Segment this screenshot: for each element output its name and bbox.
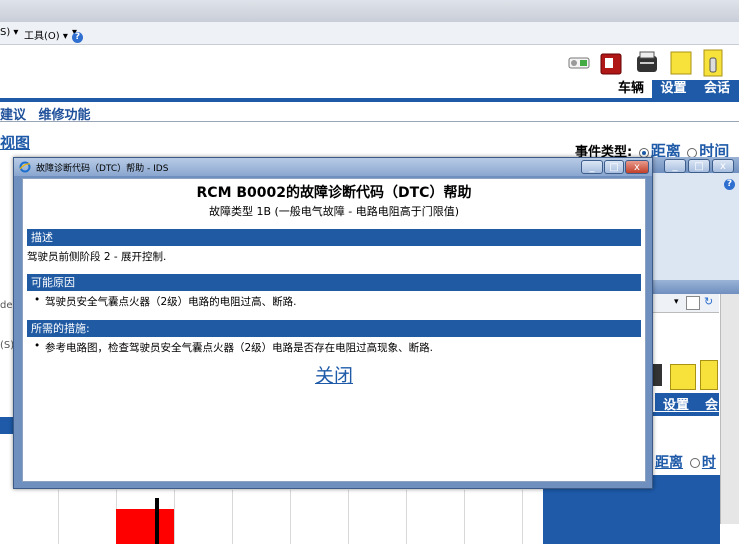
chart-cursor-line[interactable]: [155, 498, 159, 544]
background-window2-titlebar: [650, 280, 739, 294]
bg-tab-session[interactable]: 会: [705, 394, 718, 413]
dtc-title: RCM B0002的故障诊断代码（DTC）帮助: [196, 185, 472, 201]
bg-left-tab: [0, 417, 13, 434]
dtc-subtitle: 故障类型 1B (一般电气故障 - 电路电阻高于门限值): [208, 205, 460, 218]
bg-minimize-button[interactable]: _: [664, 159, 686, 173]
background-scrollbar[interactable]: [720, 294, 739, 524]
sub-tabs-divider: [0, 121, 739, 122]
background-chart: [0, 490, 543, 544]
bg-help-icon[interactable]: ?: [724, 179, 735, 190]
chart-red-bar: [116, 509, 174, 544]
menu-item-tools[interactable]: 工具(O) ▾: [24, 27, 68, 42]
internet-explorer-icon: [19, 161, 31, 173]
maximize-button[interactable]: □: [604, 160, 624, 174]
minimize-button[interactable]: _: [581, 160, 603, 174]
description-text: 驾驶员前侧阶段 2 - 展开控制.: [27, 251, 167, 263]
bg-tab-settings[interactable]: 设置: [663, 394, 689, 413]
app-toolbar: [0, 45, 739, 85]
browser-top-strip: [0, 0, 739, 22]
note-icon[interactable]: [668, 48, 694, 78]
bg-left-fragment: de: [0, 300, 13, 311]
menu-bar: S) ▾ 工具(O) ▾ ?▾: [0, 22, 739, 45]
bg-time-option[interactable]: 时: [702, 455, 716, 471]
dialog-titlebar[interactable]: 故障诊断代码（DTC）帮助 - IDS _ □ x: [14, 158, 652, 176]
sub-tabs: 建议 维修功能: [0, 104, 110, 123]
tab-session[interactable]: 会话: [695, 80, 739, 98]
background-nav: 设置 会: [655, 393, 719, 413]
help-menu-icon[interactable]: ?▾: [72, 27, 83, 43]
tab-vehicle[interactable]: 车辆: [610, 80, 652, 98]
action-list-item: 参考电路图，检查驾驶员安全气囊点火器（2级）电路是否存在电阻过高现象、断路.: [34, 340, 433, 355]
section-header-description: 描述: [27, 229, 641, 246]
section-header-possible-causes: 可能原因: [27, 274, 641, 291]
bg-radio-time[interactable]: [689, 458, 700, 468]
page-icon[interactable]: [686, 296, 700, 310]
bg-event-type: 距离 时: [655, 452, 716, 472]
bg-maximize-button[interactable]: □: [688, 159, 710, 173]
main-nav: 车辆 设置 会话: [610, 80, 739, 98]
dialog-content: RCM B0002的故障诊断代码（DTC）帮助 故障类型 1B (一般电气故障 …: [22, 178, 646, 482]
background-window-titlebar: _ □ x: [650, 157, 739, 173]
bg-remote-icon[interactable]: [700, 360, 718, 390]
background-toolbar-icons: [650, 320, 719, 390]
printer-icon[interactable]: [634, 48, 660, 78]
bg-left-fragment2: (S): [0, 340, 15, 351]
battery-icon[interactable]: [598, 48, 624, 78]
bg-nav-underline: [650, 412, 719, 416]
menu-item-partial[interactable]: S) ▾: [0, 27, 18, 38]
refresh-icon[interactable]: ↻: [704, 295, 713, 308]
close-link[interactable]: 关闭: [23, 361, 645, 388]
close-window-button[interactable]: x: [625, 160, 649, 174]
background-window2-toolbar: ▾ ↻: [650, 294, 719, 313]
nav-underline: [0, 98, 739, 102]
bg-distance-option[interactable]: 距离: [655, 455, 683, 471]
radio-distance[interactable]: [638, 147, 649, 158]
connector-icon[interactable]: [566, 48, 592, 78]
dtc-help-dialog: 故障诊断代码（DTC）帮助 - IDS _ □ x RCM B0002的故障诊断…: [13, 157, 653, 489]
bg-close-button[interactable]: x: [712, 159, 734, 173]
section-header-required-actions: 所需的措施:: [27, 320, 641, 337]
tab-settings[interactable]: 设置: [652, 80, 695, 98]
radio-time[interactable]: [687, 147, 698, 158]
bg-note-icon[interactable]: [670, 364, 696, 390]
dialog-title-text: 故障诊断代码（DTC）帮助 - IDS: [36, 164, 169, 174]
cause-list-item: 驾驶员安全气囊点火器（2级）电路的电阻过高、断路.: [34, 294, 297, 309]
background-window-body: ?: [650, 173, 739, 283]
view-link[interactable]: 视图: [0, 132, 30, 153]
remote-icon[interactable]: [700, 48, 726, 78]
dropdown-arrow-icon[interactable]: ▾: [674, 297, 679, 307]
